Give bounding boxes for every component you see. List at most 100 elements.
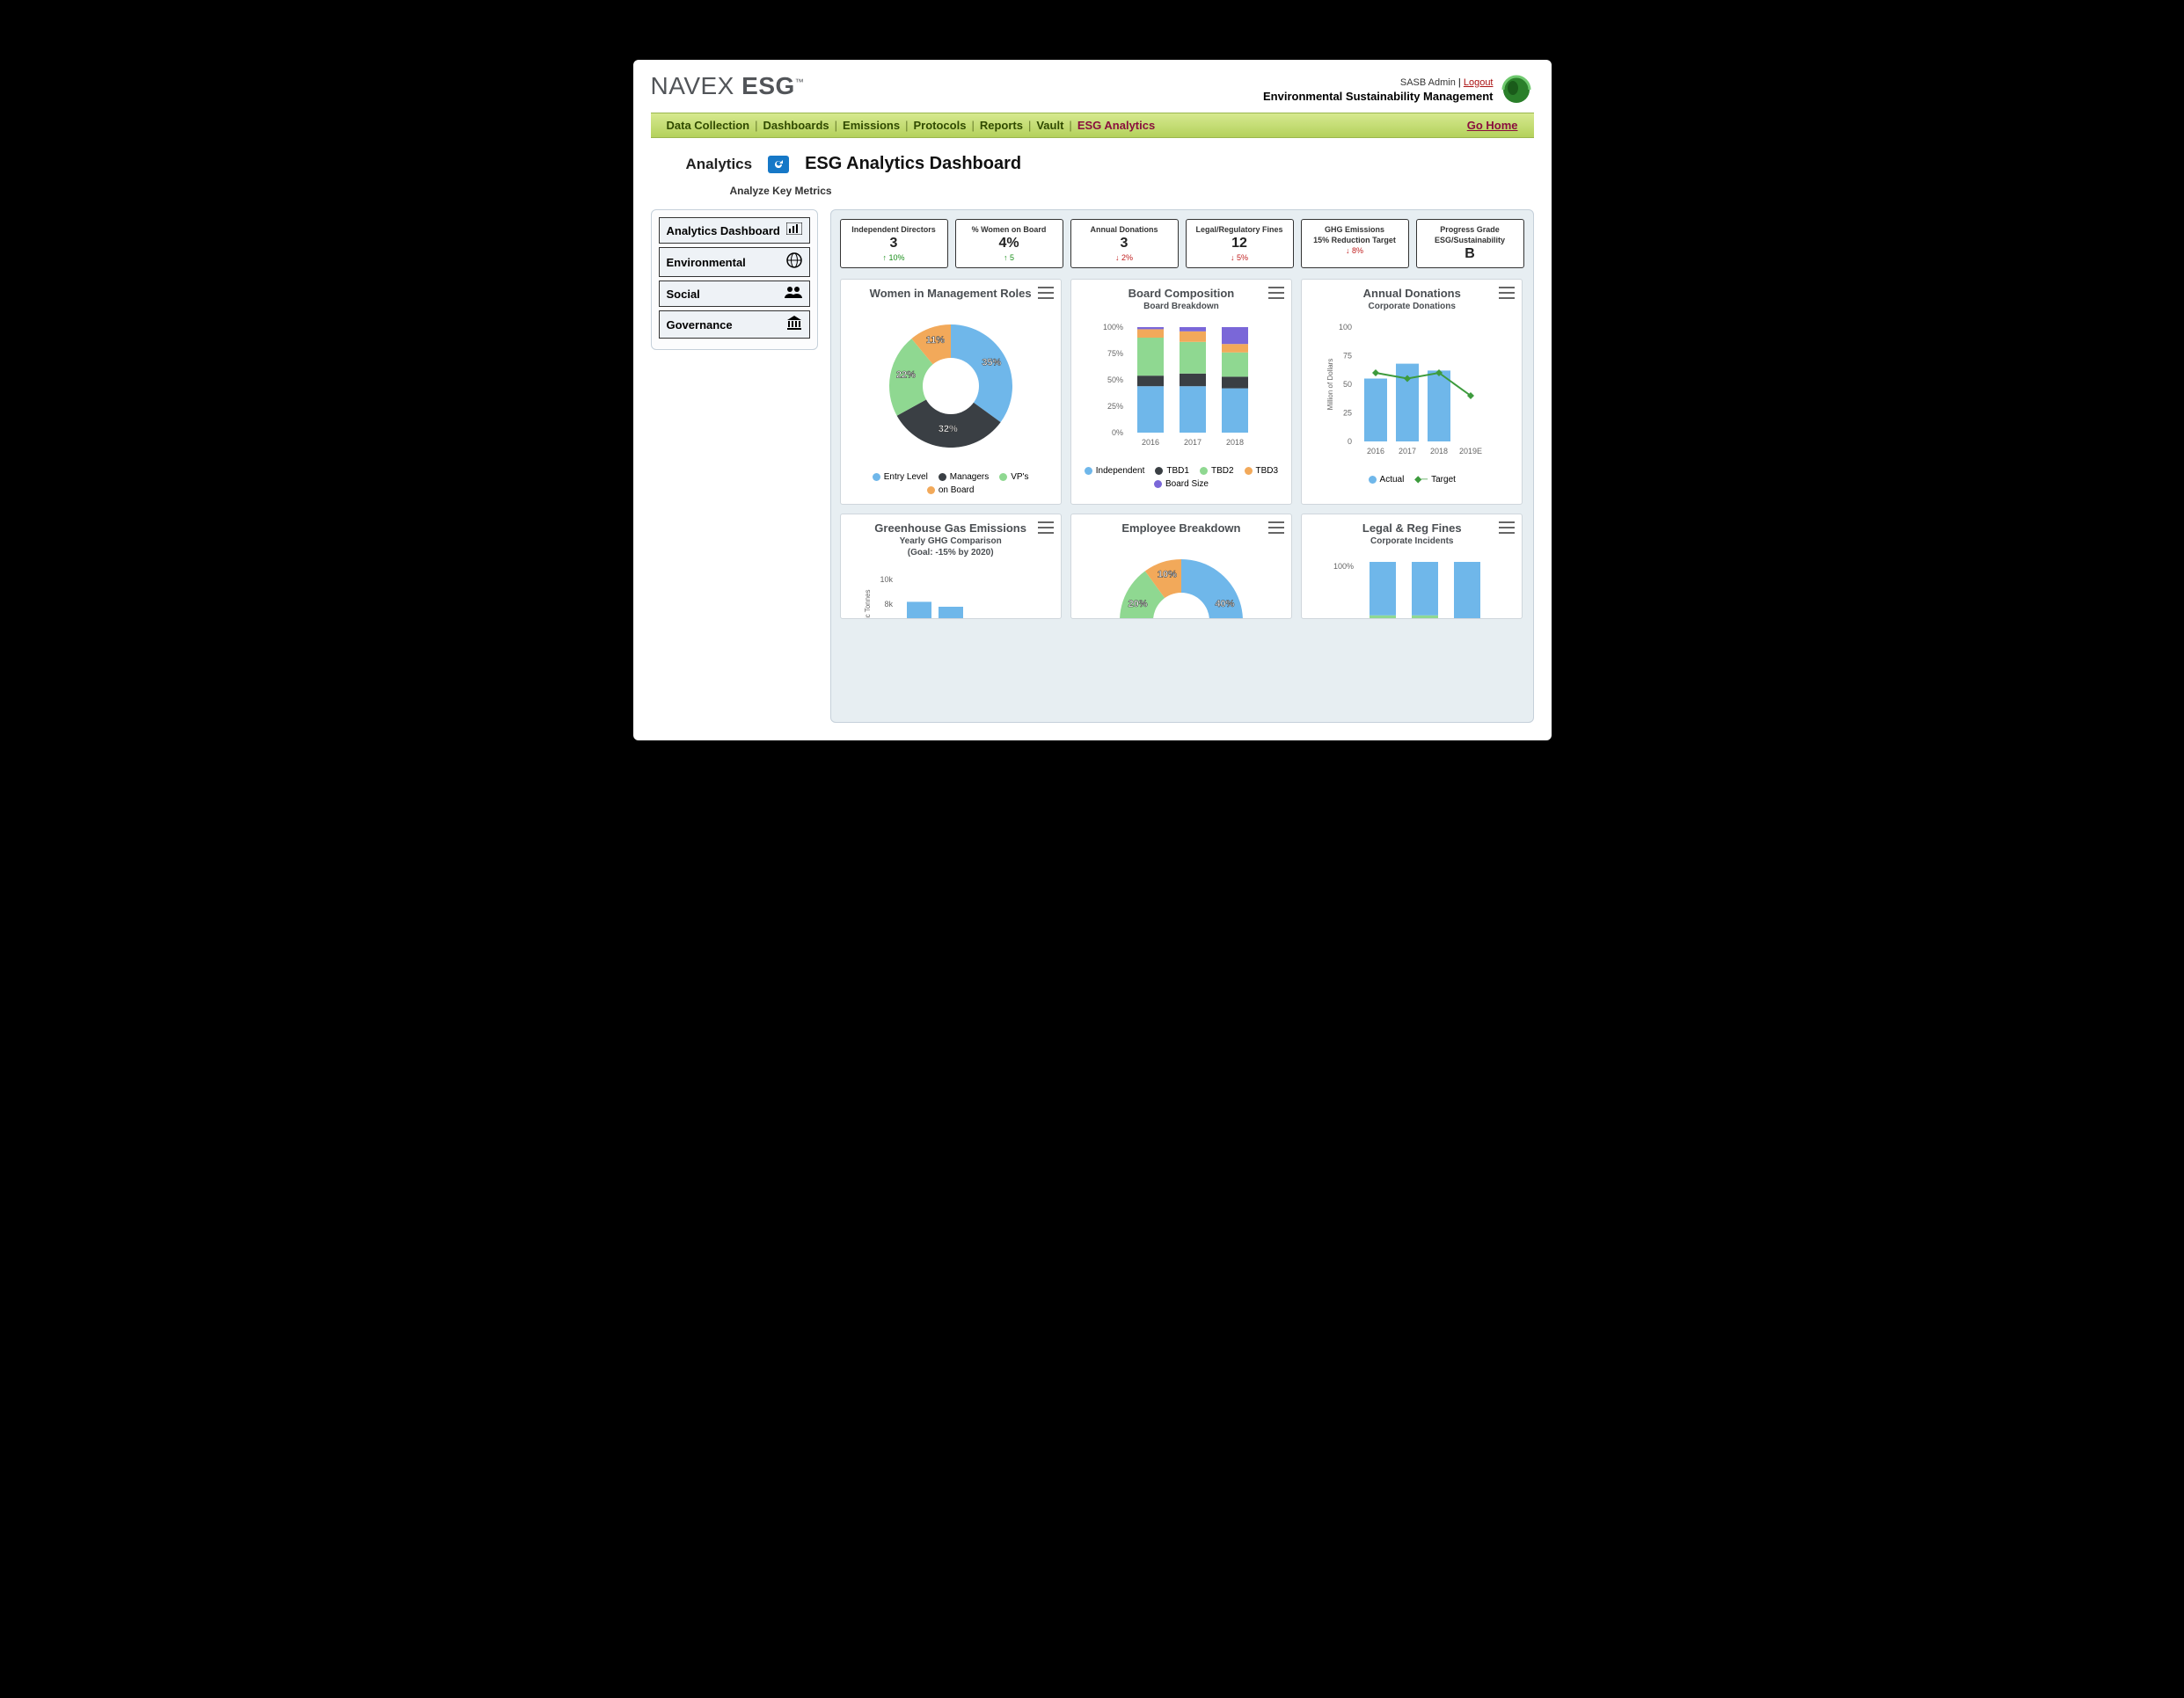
card-title: Employee Breakdown	[1080, 521, 1282, 535]
svg-text:20%: 20%	[1128, 599, 1147, 609]
brand-tm: ™	[795, 78, 805, 88]
nav-item-esg-analytics[interactable]: ESG Analytics	[1077, 119, 1155, 132]
svg-text:50%: 50%	[1107, 375, 1123, 384]
card-title: Greenhouse Gas Emissions	[850, 521, 1052, 535]
card-title: Legal & Reg Fines	[1311, 521, 1513, 535]
globe-earth-icon	[1499, 72, 1534, 107]
svg-text:40%: 40%	[1215, 599, 1234, 609]
nav-item-emissions[interactable]: Emissions	[843, 119, 900, 132]
svg-text:10k: 10k	[880, 575, 893, 584]
bar-ghg: 10k 8k etric Tonnes	[863, 565, 1039, 619]
svg-text:100%: 100%	[1103, 323, 1123, 332]
svg-text:100%: 100%	[1333, 562, 1354, 571]
screen: NAVEX ESG™ SASB Admin | Logout Environme…	[633, 60, 1552, 740]
legend-donations: Actual◆─Target	[1311, 471, 1513, 488]
card-legal-fines: Legal & Reg Fines Corporate Incidents 10…	[1301, 514, 1523, 619]
sidebar-item-social[interactable]: Social	[659, 281, 810, 307]
sidebar: Analytics Dashboard Environmental Social Go…	[651, 209, 818, 350]
page-title: ESG Analytics Dashboard	[805, 154, 1021, 174]
bank-icon	[786, 316, 802, 333]
sidebar-item-governance[interactable]: Governance	[659, 310, 810, 339]
svg-text:2017: 2017	[1399, 447, 1416, 455]
svg-text:75: 75	[1343, 352, 1352, 361]
kpi-independent-directors: Independent Directors3↑ 10%	[840, 219, 948, 268]
card-menu-icon[interactable]	[1268, 287, 1284, 299]
go-home-link[interactable]: Go Home	[1467, 119, 1518, 132]
chart-icon	[786, 222, 802, 238]
donut-employee: 40%30%20%10%	[1102, 542, 1260, 619]
svg-text:2019E: 2019E	[1459, 447, 1482, 455]
card-menu-icon[interactable]	[1038, 521, 1054, 534]
legend-board: IndependentTBD1TBD2TBD3Board Size	[1080, 463, 1282, 492]
nav-links: Data Collection|Dashboards|Emissions|Pro…	[667, 119, 1156, 132]
svg-text:10%: 10%	[1158, 570, 1177, 580]
sidebar-item-environmental[interactable]: Environmental	[659, 247, 810, 277]
card-board-composition: Board Composition Board Breakdown 0% 25% 5…	[1070, 279, 1292, 505]
svg-text:100: 100	[1339, 323, 1352, 332]
kpi-ghg-emissions: GHG Emissions15% Reduction Target↓ 8%	[1301, 219, 1409, 268]
svg-text:0%: 0%	[1112, 428, 1123, 437]
svg-text:25%: 25%	[1107, 402, 1123, 411]
device-frame: NAVEX ESG™ SASB Admin | Logout Environme…	[609, 35, 1576, 765]
svg-text:50: 50	[1343, 380, 1352, 389]
brand-part1: NAVEX	[651, 72, 734, 99]
dashboard: Independent Directors3↑ 10%% Women on Bo…	[830, 209, 1534, 723]
brand-part2: ESG	[741, 72, 795, 99]
svg-text:2017: 2017	[1184, 438, 1202, 447]
nav-item-dashboards[interactable]: Dashboards	[763, 119, 829, 132]
card-menu-icon[interactable]	[1268, 521, 1284, 534]
kpi-row: Independent Directors3↑ 10%% Women on Bo…	[840, 219, 1524, 268]
kpi-annual-donations: Annual Donations3↓ 2%	[1070, 219, 1179, 268]
globe-icon	[786, 252, 802, 272]
page-section: Analytics	[686, 156, 753, 173]
title-bar: Analytics ESG Analytics Dashboard	[633, 138, 1552, 181]
svg-text:2018: 2018	[1226, 438, 1244, 447]
stacked-bar-fines: 100%50%	[1324, 553, 1500, 619]
svg-text:etric Tonnes: etric Tonnes	[864, 590, 872, 620]
card-subtitle: Yearly GHG Comparison	[850, 536, 1052, 546]
nav-item-protocols[interactable]: Protocols	[913, 119, 966, 132]
svg-text:32%: 32%	[938, 424, 957, 434]
card-title: Board Composition	[1080, 287, 1282, 300]
card-annual-donations: Annual Donations Corporate Donations 0 25…	[1301, 279, 1523, 505]
card-menu-icon[interactable]	[1499, 521, 1515, 534]
card-subtitle: Board Breakdown	[1080, 302, 1282, 311]
user-label: SASB Admin	[1400, 77, 1456, 88]
card-title: Annual Donations	[1311, 287, 1513, 300]
svg-text:2016: 2016	[1367, 447, 1384, 455]
card-menu-icon[interactable]	[1038, 287, 1054, 299]
header-right: SASB Admin | Logout Environmental Sustai…	[1263, 77, 1494, 103]
header-subtitle: Environmental Sustainability Management	[1263, 90, 1494, 103]
kpi-legal-regulatory-fines: Legal/Regulatory Fines12↓ 5%	[1186, 219, 1294, 268]
nav-item-vault[interactable]: Vault	[1036, 119, 1063, 132]
people-icon	[785, 286, 802, 302]
svg-text:Million of Dollars: Million of Dollars	[1326, 359, 1334, 411]
card-subtitle2: (Goal: -15% by 2020)	[850, 548, 1052, 557]
nav-item-data-collection[interactable]: Data Collection	[667, 119, 750, 132]
bar-line-donations: 0 25 50 75 100 Million of Dollars 2016 2017 2018…	[1324, 318, 1500, 468]
brand-logo: NAVEX ESG™	[651, 72, 805, 100]
logout-link[interactable]: Logout	[1464, 77, 1494, 88]
svg-text:2016: 2016	[1142, 438, 1159, 447]
navbar: Data Collection|Dashboards|Emissions|Pro…	[651, 113, 1534, 138]
svg-text:35%: 35%	[982, 357, 1001, 368]
svg-text:8k: 8k	[884, 600, 893, 609]
chart-grid: Women in Management Roles 35%32%22%11% E…	[840, 279, 1524, 619]
card-ghg-emissions: Greenhouse Gas Emissions Yearly GHG Comp…	[840, 514, 1062, 619]
card-menu-icon[interactable]	[1499, 287, 1515, 299]
workspace: Analytics Dashboard Environmental Social Go…	[633, 209, 1552, 740]
sidebar-item-analytics-dashboard[interactable]: Analytics Dashboard	[659, 217, 810, 244]
card-women-mgmt: Women in Management Roles 35%32%22%11% E…	[840, 279, 1062, 505]
card-subtitle: Corporate Donations	[1311, 302, 1513, 311]
svg-text:0: 0	[1348, 437, 1352, 446]
svg-text:22%: 22%	[896, 369, 916, 380]
kpi-progress-grade: Progress GradeESG/SustainabilityB	[1416, 219, 1524, 268]
svg-text:2018: 2018	[1430, 447, 1448, 455]
card-employee-breakdown: Employee Breakdown 40%30%20%10%	[1070, 514, 1292, 619]
refresh-button[interactable]	[768, 156, 789, 173]
stacked-bar-board: 0%25%50%75%100%201620172018	[1093, 318, 1269, 459]
nav-item-reports[interactable]: Reports	[980, 119, 1023, 132]
legend-women-mgmt: Entry LevelManagersVP'son Board	[850, 469, 1052, 499]
svg-text:25: 25	[1343, 409, 1352, 418]
donut-chart-women-mgmt: 35%32%22%11%	[872, 307, 1030, 465]
